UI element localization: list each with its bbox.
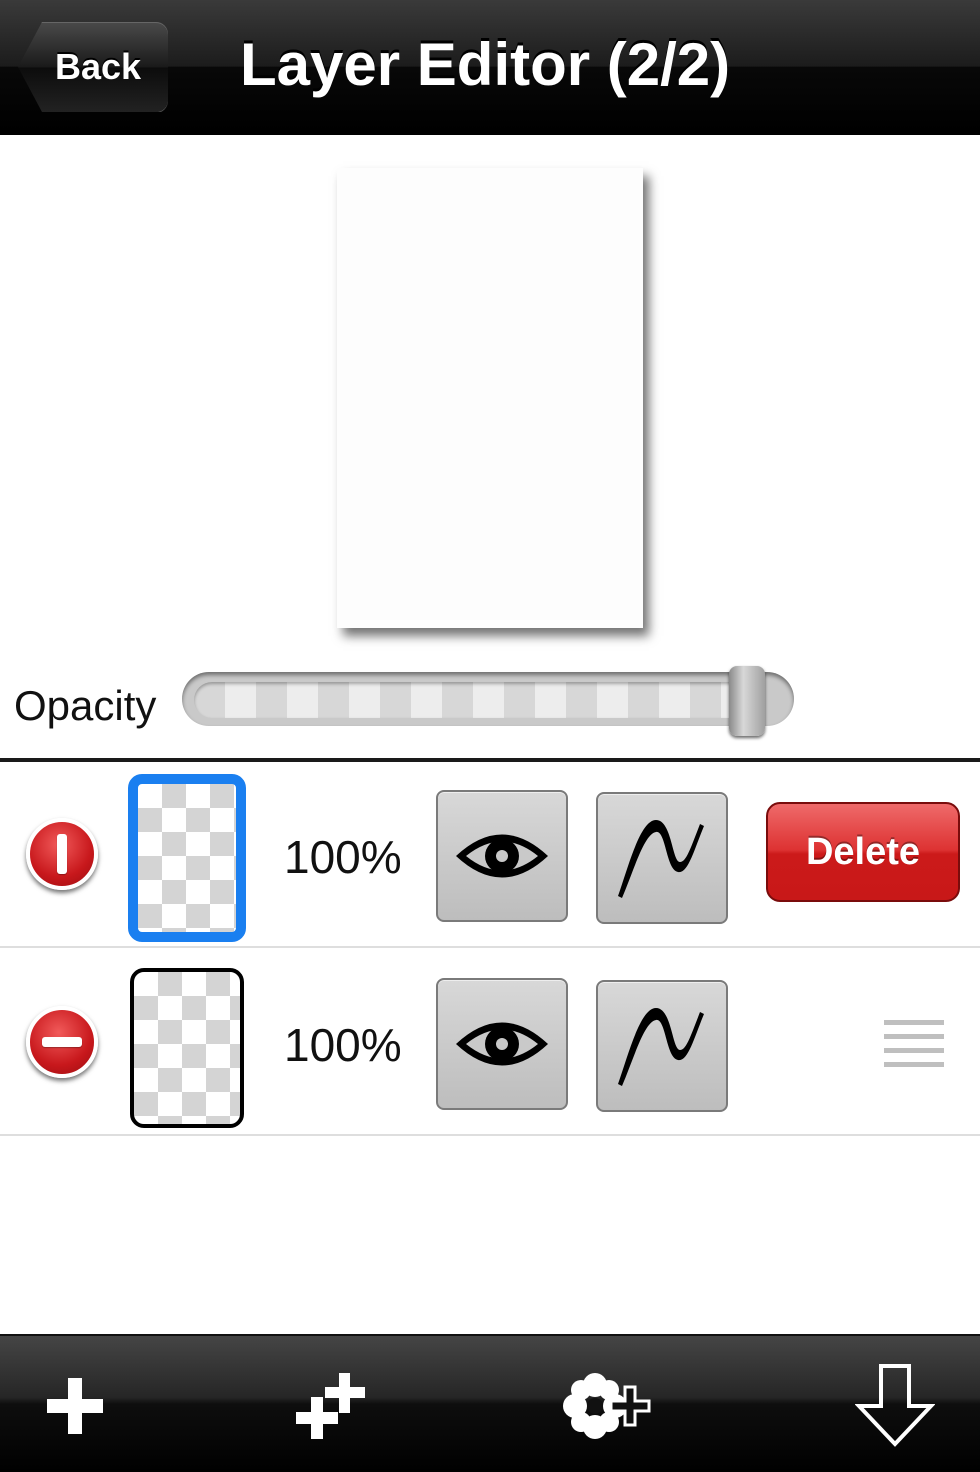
layer-row[interactable]: 100% [0, 950, 980, 1136]
layer-opacity-value: 100% [284, 1019, 402, 1071]
eye-icon [456, 1022, 548, 1066]
delete-toggle-bar [42, 1037, 82, 1047]
duplicate-layer-button[interactable] [276, 1356, 386, 1456]
add-layer-button[interactable] [20, 1356, 130, 1456]
reorder-handle-icon[interactable] [884, 1020, 944, 1070]
visibility-button[interactable] [436, 978, 568, 1110]
opacity-slider-knob[interactable] [729, 666, 766, 736]
add-from-gallery-icon [563, 1373, 651, 1439]
canvas-preview [337, 168, 643, 628]
back-button[interactable]: Back [18, 22, 168, 112]
layer-thumbnail[interactable] [130, 968, 244, 1128]
delete-toggle-button[interactable] [26, 818, 98, 890]
navigation-bar: Back Layer Editor (2/2) [0, 0, 980, 135]
page-title: Layer Editor (2/2) [240, 31, 731, 98]
eye-icon [456, 834, 548, 878]
layer-row[interactable]: 100% Delete [0, 762, 980, 948]
back-button-label: Back [54, 46, 142, 87]
add-layer-icon [47, 1378, 103, 1434]
delete-toggle-bar [57, 834, 67, 874]
blend-mode-button[interactable] [596, 980, 728, 1112]
blend-curve-icon [618, 820, 704, 898]
opacity-label: Opacity [14, 682, 157, 729]
blend-mode-button[interactable] [596, 792, 728, 924]
delete-toggle-button[interactable] [26, 1006, 98, 1078]
merge-down-button[interactable] [840, 1356, 950, 1456]
arrow-down-icon [855, 1364, 935, 1447]
opacity-slider[interactable] [182, 666, 794, 736]
visibility-button[interactable] [436, 790, 568, 922]
layer-opacity-value: 100% [284, 831, 402, 883]
duplicate-layer-icon [296, 1373, 365, 1439]
bottom-toolbar [0, 1334, 980, 1472]
add-from-gallery-button[interactable] [556, 1356, 666, 1456]
blend-curve-icon [618, 1008, 704, 1086]
layer-thumbnail[interactable] [128, 774, 246, 942]
opacity-slider-fill [194, 682, 748, 718]
delete-button[interactable]: Delete [766, 802, 960, 902]
